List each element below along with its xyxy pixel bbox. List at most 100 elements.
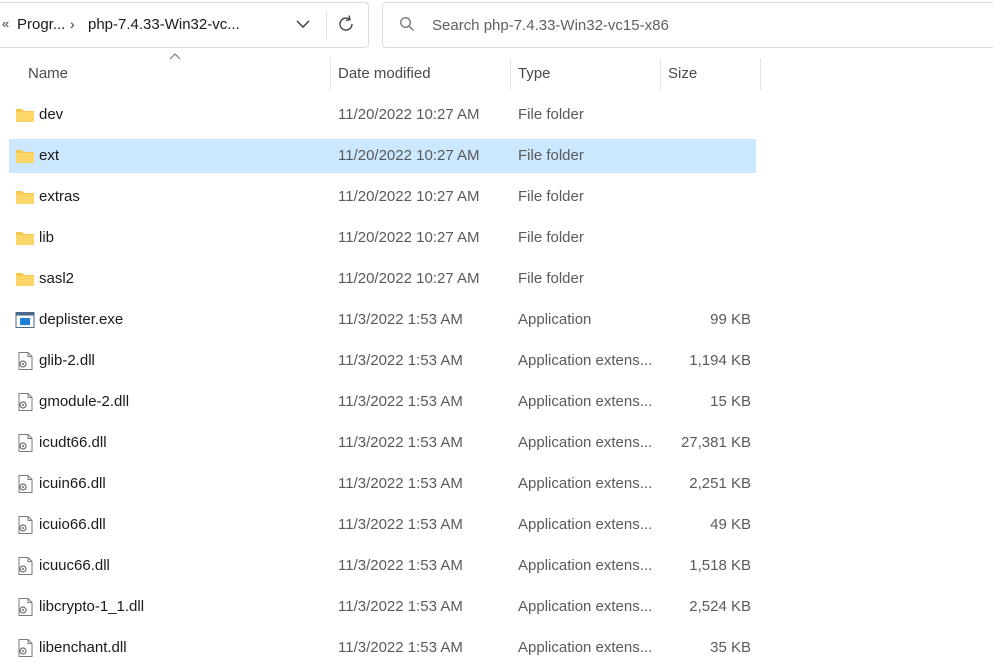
dll-file-icon	[18, 639, 33, 657]
file-name: ext	[39, 147, 60, 164]
address-divider	[326, 11, 327, 39]
breadcrumb-program-files[interactable]: Progr...	[17, 16, 65, 33]
overflow-crumbs-button[interactable]: «	[2, 16, 9, 31]
file-size: 1,518 KB	[689, 557, 751, 574]
dll-file-icon	[18, 434, 33, 452]
file-size: 35 KB	[710, 639, 751, 656]
file-name: lib	[39, 229, 55, 246]
file-size: 2,524 KB	[689, 598, 751, 615]
file-name: icuio66.dll	[39, 516, 106, 533]
file-name: deplister.exe	[39, 311, 124, 328]
dll-file-icon	[18, 393, 33, 411]
file-size: 49 KB	[710, 516, 751, 533]
file-name: icuin66.dll	[39, 475, 106, 492]
sort-up-caret-icon	[169, 53, 181, 60]
breadcrumb-separator-icon[interactable]: ›	[70, 16, 75, 32]
file-type: Application extens...	[518, 434, 653, 451]
application-icon	[15, 312, 35, 328]
file-type: File folder	[518, 106, 584, 123]
file-row[interactable]: deplister.exe 11/3/2022 1:53 AM Applicat…	[9, 303, 756, 337]
file-name: glib-2.dll	[39, 352, 95, 369]
breadcrumb-current-folder[interactable]: php-7.4.33-Win32-vc...	[88, 16, 240, 33]
file-type: Application extens...	[518, 639, 653, 656]
file-name: icuuc66.dll	[39, 557, 110, 574]
file-type: Application extens...	[518, 393, 653, 410]
file-size: 15 KB	[710, 393, 751, 410]
file-type: Application extens...	[518, 352, 653, 369]
file-type: Application extens...	[518, 516, 653, 533]
search-input[interactable]: Search php-7.4.33-Win32-vc15-x86	[432, 17, 669, 34]
file-row[interactable]: icuin66.dll 11/3/2022 1:53 AM Applicatio…	[9, 467, 756, 501]
file-row[interactable]: dev 11/20/2022 10:27 AM File folder	[9, 98, 756, 132]
folder-icon	[16, 109, 34, 122]
file-type: Application	[518, 311, 592, 328]
file-row[interactable]: gmodule-2.dll 11/3/2022 1:53 AM Applicat…	[9, 385, 756, 419]
file-size: 1,194 KB	[689, 352, 751, 369]
search-box[interactable]: Search php-7.4.33-Win32-vc15-x86	[382, 2, 993, 48]
dll-file-icon	[18, 352, 33, 370]
file-row[interactable]: libcrypto-1_1.dll 11/3/2022 1:53 AM Appl…	[9, 590, 756, 624]
file-type: Application extens...	[518, 475, 653, 492]
chevron-down-icon[interactable]	[294, 15, 312, 33]
column-header: Name Date modified Type Size	[0, 53, 993, 90]
refresh-icon[interactable]	[336, 14, 356, 34]
file-row[interactable]: lib 11/20/2022 10:27 AM File folder	[9, 221, 756, 255]
file-date: 11/3/2022 1:53 AM	[338, 475, 463, 492]
file-name: dev	[39, 106, 64, 123]
file-date: 11/3/2022 1:53 AM	[338, 557, 463, 574]
file-row[interactable]: sasl2 11/20/2022 10:27 AM File folder	[9, 262, 756, 296]
column-resize-handle[interactable]	[760, 58, 761, 90]
folder-icon	[16, 150, 34, 163]
file-date: 11/3/2022 1:53 AM	[338, 311, 463, 328]
file-row-selected[interactable]: ext 11/20/2022 10:27 AM File folder	[9, 139, 756, 173]
column-resize-handle[interactable]	[510, 58, 511, 90]
file-name: libenchant.dll	[39, 639, 127, 656]
file-date: 11/20/2022 10:27 AM	[338, 188, 480, 205]
file-date: 11/20/2022 10:27 AM	[338, 106, 480, 123]
file-size: 99 KB	[710, 311, 751, 328]
file-date: 11/3/2022 1:53 AM	[338, 598, 463, 615]
file-date: 11/3/2022 1:53 AM	[338, 434, 463, 451]
address-bar[interactable]: « Progr... › php-7.4.33-Win32-vc...	[0, 2, 369, 48]
folder-icon	[16, 232, 34, 245]
dll-file-icon	[18, 516, 33, 534]
file-type: File folder	[518, 229, 584, 246]
file-name: gmodule-2.dll	[39, 393, 130, 410]
file-date: 11/20/2022 10:27 AM	[338, 270, 480, 287]
file-type: File folder	[518, 270, 584, 287]
file-type: File folder	[518, 147, 584, 164]
file-date: 11/20/2022 10:27 AM	[338, 147, 480, 164]
file-date: 11/3/2022 1:53 AM	[338, 516, 463, 533]
file-date: 11/20/2022 10:27 AM	[338, 229, 480, 246]
file-size: 2,251 KB	[689, 475, 751, 492]
dll-file-icon	[18, 557, 33, 575]
file-name: icudt66.dll	[39, 434, 107, 451]
file-name: libcrypto-1_1.dll	[39, 598, 145, 615]
folder-icon	[16, 273, 34, 286]
file-row[interactable]: glib-2.dll 11/3/2022 1:53 AM Application…	[9, 344, 756, 378]
file-row[interactable]: icuuc66.dll 11/3/2022 1:53 AM Applicatio…	[9, 549, 756, 583]
file-type: File folder	[518, 188, 584, 205]
file-row[interactable]: libenchant.dll 11/3/2022 1:53 AM Applica…	[9, 631, 756, 665]
column-size[interactable]: Size	[668, 58, 697, 90]
file-type: Application extens...	[518, 598, 653, 615]
file-row[interactable]: icudt66.dll 11/3/2022 1:53 AM Applicatio…	[9, 426, 756, 460]
file-date: 11/3/2022 1:53 AM	[338, 352, 463, 369]
search-icon	[400, 17, 414, 31]
column-type[interactable]: Type	[518, 58, 551, 90]
column-date-modified[interactable]: Date modified	[338, 58, 431, 90]
column-resize-handle[interactable]	[330, 58, 331, 90]
dll-file-icon	[18, 475, 33, 493]
file-type: Application extens...	[518, 557, 653, 574]
column-name[interactable]: Name	[28, 58, 68, 90]
column-resize-handle[interactable]	[660, 58, 661, 90]
file-row[interactable]: extras 11/20/2022 10:27 AM File folder	[9, 180, 756, 214]
file-name: sasl2	[39, 270, 75, 287]
file-row[interactable]: icuio66.dll 11/3/2022 1:53 AM Applicatio…	[9, 508, 756, 542]
file-date: 11/3/2022 1:53 AM	[338, 639, 463, 656]
file-date: 11/3/2022 1:53 AM	[338, 393, 463, 410]
file-name: extras	[39, 188, 80, 205]
dll-file-icon	[18, 598, 33, 616]
folder-icon	[16, 191, 34, 204]
file-size: 27,381 KB	[680, 434, 751, 451]
